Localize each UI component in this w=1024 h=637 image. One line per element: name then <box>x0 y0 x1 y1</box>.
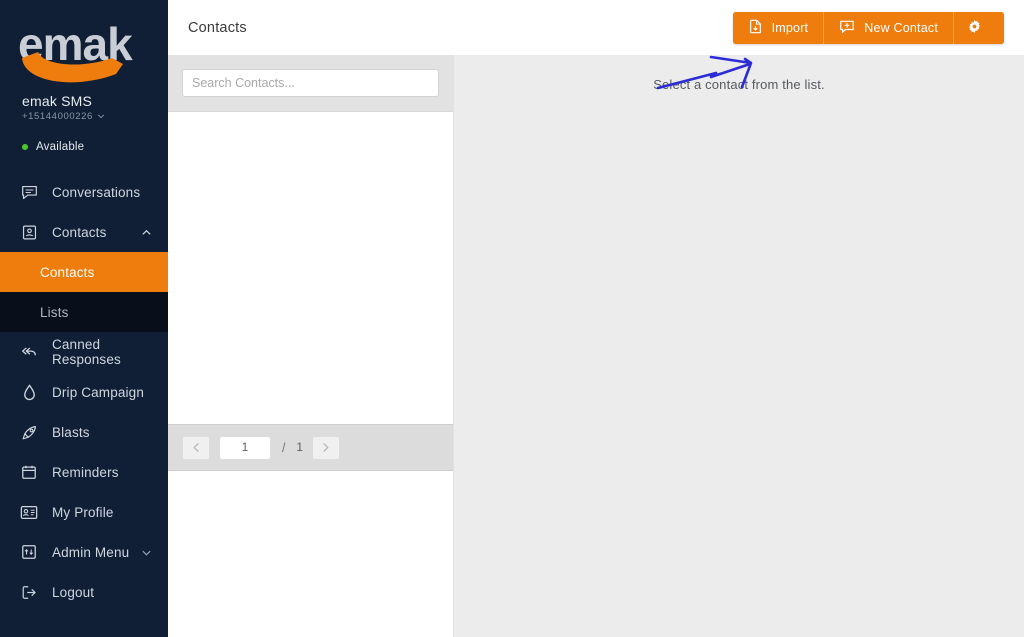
sidebar-item-label: Contacts <box>52 224 107 240</box>
chevron-down-icon[interactable] <box>138 544 154 560</box>
pagination-current-page: 1 <box>241 441 249 454</box>
page-title: Contacts <box>188 20 247 36</box>
sidebar-item-label: Conversations <box>52 184 141 200</box>
import-button-label: Import <box>771 21 809 35</box>
droplet-icon <box>19 382 39 402</box>
chevron-right-icon <box>323 443 329 452</box>
sidebar-item-drip-campaign[interactable]: Drip Campaign <box>0 372 168 412</box>
pagination-separator: / <box>282 440 286 455</box>
contacts-list-footer-space <box>168 471 453 637</box>
new-contact-button-label: New Contact <box>864 21 938 35</box>
sidebar-item-label: Reminders <box>52 464 119 480</box>
sidebar-item-label: Logout <box>52 584 95 600</box>
file-import-icon <box>748 19 763 37</box>
calendar-icon <box>19 462 39 482</box>
sidebar-item-contacts[interactable]: Contacts <box>0 212 168 252</box>
rocket-icon <box>19 422 39 442</box>
account-phone-number: +15144000226 <box>22 111 93 122</box>
sidebar-subitem-label: Lists <box>40 304 69 320</box>
brand-logo[interactable]: emak <box>0 0 168 92</box>
chevron-down-icon <box>97 113 104 118</box>
sidebar-item-my-profile[interactable]: My Profile <box>0 492 168 532</box>
sidebar-item-label: Admin Menu <box>52 544 130 560</box>
logout-icon <box>19 582 39 602</box>
chat-plus-icon <box>839 19 855 38</box>
sidebar-subitem-lists[interactable]: Lists <box>0 292 168 332</box>
sidebar-item-conversations[interactable]: Conversations <box>0 172 168 212</box>
sidebar-item-label: My Profile <box>52 504 114 520</box>
header-actions: Import New Contact <box>732 12 1004 44</box>
sidebar-item-logout[interactable]: Logout <box>0 572 168 612</box>
main-content: Select a contact from the list. <box>454 55 1024 637</box>
gear-icon <box>967 19 982 37</box>
import-button[interactable]: Import <box>732 12 824 44</box>
chat-bubble-icon <box>19 182 39 202</box>
app-root: emak emak SMS +15144000226 Available Con… <box>0 0 1024 637</box>
reply-all-icon <box>19 342 39 362</box>
status-label: Available <box>36 141 85 153</box>
sidebar-item-canned-responses[interactable]: Canned Responses <box>0 332 168 372</box>
pagination-total-pages: 1 <box>296 441 303 454</box>
sidebar-item-blasts[interactable]: Blasts <box>0 412 168 452</box>
account-name: emak SMS <box>22 93 93 109</box>
sidebar-nav: Conversations Contacts Contacts Lists Ca… <box>0 172 168 612</box>
pagination-page-input[interactable]: 1 <box>219 435 271 460</box>
emak-logo-icon: emak <box>18 18 134 83</box>
chevron-up-icon[interactable] <box>138 224 154 240</box>
new-contact-button[interactable]: New Contact <box>823 12 953 44</box>
pagination-prev-button[interactable] <box>182 435 210 460</box>
pagination-next-button[interactable] <box>311 435 340 460</box>
pagination: 1 / 1 <box>168 424 453 471</box>
contacts-list-panel: 1 / 1 <box>168 55 454 637</box>
search-bar <box>168 55 453 112</box>
sidebar-item-reminders[interactable]: Reminders <box>0 452 168 492</box>
sidebar: emak emak SMS +15144000226 Available Con… <box>0 0 168 637</box>
status-dot-icon <box>22 144 28 150</box>
chevron-left-icon <box>192 443 199 452</box>
admin-grid-icon <box>19 542 39 562</box>
sidebar-subitem-label: Contacts <box>40 264 95 280</box>
account-block[interactable]: emak SMS +15144000226 <box>0 92 168 122</box>
sidebar-item-label: Drip Campaign <box>52 384 144 400</box>
id-badge-icon <box>19 502 39 522</box>
settings-button[interactable] <box>953 12 1004 44</box>
contact-card-icon <box>19 222 39 242</box>
sidebar-item-label: Canned Responses <box>52 337 121 367</box>
account-phone[interactable]: +15144000226 <box>22 111 168 122</box>
contacts-list-body[interactable] <box>168 112 453 424</box>
search-input[interactable] <box>182 69 439 97</box>
empty-state-message: Select a contact from the list. <box>653 77 825 92</box>
sidebar-item-admin-menu[interactable]: Admin Menu <box>0 532 168 572</box>
status-badge[interactable]: Available <box>0 138 168 156</box>
top-header: Contacts Import New Contact <box>168 0 1024 55</box>
sidebar-subitem-contacts[interactable]: Contacts <box>0 252 168 292</box>
sidebar-item-label: Blasts <box>52 424 90 440</box>
